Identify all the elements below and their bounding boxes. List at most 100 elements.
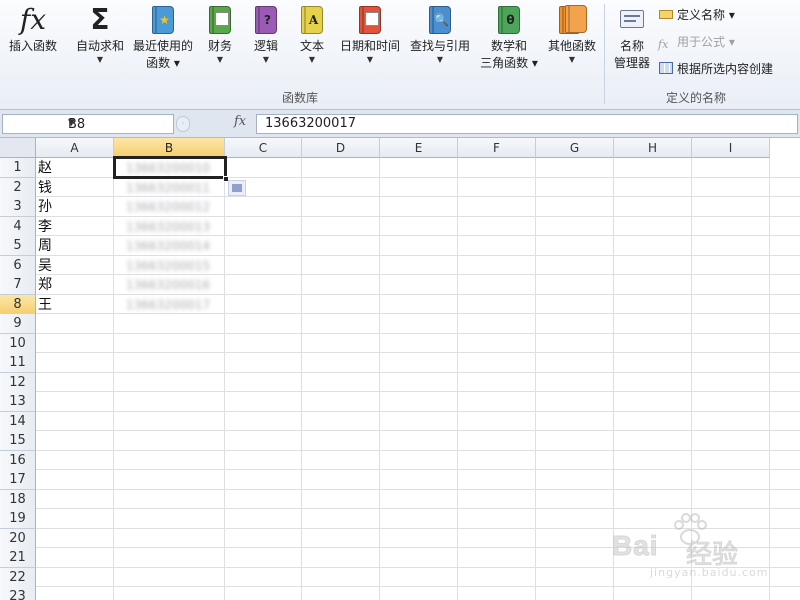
lookup-button[interactable]: 🔍 查找与引用 ▼: [406, 4, 474, 65]
cell-b8[interactable]: 13663200017: [126, 295, 210, 315]
define-name-label: 定义名称: [677, 8, 726, 22]
autosum-button[interactable]: Σ 自动求和 ▼: [72, 4, 128, 65]
logical-label: 逻辑: [253, 39, 278, 53]
row-header-11[interactable]: 11: [0, 353, 36, 373]
grid-hline: [36, 488, 800, 490]
cell-b5[interactable]: 13663200014: [126, 236, 210, 256]
cell-a6[interactable]: 吴: [38, 256, 52, 276]
row-header-13[interactable]: 13: [0, 392, 36, 412]
fx-icon: fx: [19, 3, 47, 36]
datetime-button[interactable]: 日期和时间 ▼: [336, 4, 404, 65]
dropdown-arrow-icon: ▼: [308, 55, 316, 64]
use-in-formula-button[interactable]: fx 用于公式 ▾: [658, 33, 735, 51]
logical-book-icon: ?: [250, 4, 282, 36]
row-header-10[interactable]: 10: [0, 333, 36, 354]
insert-function-button[interactable]: fx 插入函数: [4, 4, 62, 55]
cell-a5[interactable]: 周: [38, 236, 52, 256]
group-separator: [604, 4, 605, 104]
row-header-21[interactable]: 21: [0, 548, 36, 568]
financial-button[interactable]: 财务 ▼: [202, 4, 238, 65]
row-header-9[interactable]: 9: [0, 314, 36, 334]
cell-b2[interactable]: 13663200011: [126, 178, 210, 198]
row-header-23[interactable]: 23: [0, 587, 36, 600]
row-header-22[interactable]: 22: [0, 567, 36, 588]
other-functions-label: 其他函数: [547, 39, 596, 53]
column-header-h[interactable]: H: [614, 138, 692, 158]
define-name-button[interactable]: 定义名称 ▾: [658, 6, 735, 24]
row-header-16[interactable]: 16: [0, 450, 36, 471]
grid-vline: [535, 158, 536, 600]
dropdown-arrow-icon: ▼: [366, 55, 374, 64]
name-manager-icon: [616, 4, 648, 36]
column-header-e[interactable]: E: [380, 138, 458, 158]
grid-vline: [224, 158, 225, 600]
dropdown-arrow-icon: ▼: [436, 55, 444, 64]
math-label-line2: 三角函数 ▾: [480, 56, 538, 70]
cell-b3[interactable]: 13663200012: [126, 197, 210, 217]
column-header-i[interactable]: I: [692, 138, 770, 158]
grid-vline: [301, 158, 302, 600]
row-header-14[interactable]: 14: [0, 411, 36, 432]
cell-a4[interactable]: 李: [38, 217, 52, 237]
other-functions-button[interactable]: 其他函数 ▼: [544, 4, 600, 65]
column-header-g[interactable]: G: [536, 138, 614, 158]
logical-button[interactable]: ? 逻辑 ▼: [248, 4, 284, 65]
column-header-a[interactable]: A: [36, 138, 114, 158]
text-button[interactable]: A 文本 ▼: [294, 4, 330, 65]
row-header-15[interactable]: 15: [0, 431, 36, 451]
math-trig-button[interactable]: θ 数学和 三角函数 ▾: [476, 4, 542, 72]
star-book-icon: ★: [147, 4, 179, 36]
sigma-icon: Σ: [90, 3, 110, 36]
row-header-12[interactable]: 12: [0, 372, 36, 393]
row-header-20[interactable]: 20: [0, 528, 36, 549]
create-from-selection-button[interactable]: 根据所选内容创建: [658, 60, 773, 78]
formula-bar-grip[interactable]: ·: [176, 116, 190, 132]
recent-label-line2: 函数 ▾: [146, 56, 180, 70]
select-all-corner[interactable]: [0, 138, 36, 158]
cell-a7[interactable]: 郑: [38, 275, 52, 295]
column-header-f[interactable]: F: [458, 138, 536, 158]
cell-b7[interactable]: 13663200016: [126, 275, 210, 295]
cell-b6[interactable]: 13663200015: [126, 256, 210, 276]
calendar-book-icon: [354, 4, 386, 36]
row-header-17[interactable]: 17: [0, 470, 36, 490]
cell-b4[interactable]: 13663200013: [126, 217, 210, 237]
create-from-selection-label: 根据所选内容创建: [677, 62, 774, 76]
grid-hline: [36, 410, 800, 412]
grid-hline: [36, 332, 800, 334]
row-header-6[interactable]: 6: [0, 255, 36, 276]
dropdown-arrow-icon: ▼: [96, 55, 104, 64]
name-manager-button[interactable]: 名称 管理器: [608, 4, 656, 72]
insert-function-fx-button[interactable]: fx: [234, 114, 246, 129]
row-header-5[interactable]: 5: [0, 236, 36, 256]
dropdown-arrow-icon: ▼: [568, 55, 576, 64]
recent-functions-button[interactable]: ★ 最近使用的 函数 ▾: [130, 4, 196, 72]
grid-hline: [36, 449, 800, 451]
grid-select-icon: [658, 61, 674, 75]
cell-a2[interactable]: 钱: [38, 178, 52, 198]
autofill-options-icon[interactable]: [228, 180, 246, 196]
math-label-line1: 数学和: [490, 39, 527, 53]
cell-a8[interactable]: 王: [38, 295, 52, 315]
cell-a3[interactable]: 孙: [38, 197, 52, 217]
row-header-2[interactable]: 2: [0, 177, 36, 198]
cell-a1[interactable]: 赵: [38, 158, 52, 178]
row-header-7[interactable]: 7: [0, 275, 36, 295]
row-header-18[interactable]: 18: [0, 489, 36, 510]
column-header-b[interactable]: B: [114, 138, 225, 158]
grid-hline: [36, 430, 800, 431]
grid-vline: [457, 158, 458, 600]
chevron-down-icon[interactable]: ▼: [68, 118, 169, 128]
row-header-19[interactable]: 19: [0, 509, 36, 529]
text-book-icon: A: [296, 4, 328, 36]
use-in-formula-label: 用于公式: [677, 35, 726, 49]
row-header-1[interactable]: 1: [0, 158, 36, 178]
row-header-8[interactable]: 8: [0, 294, 36, 315]
column-header-c[interactable]: C: [225, 138, 302, 158]
row-header-3[interactable]: 3: [0, 197, 36, 217]
formula-input[interactable]: 13663200017: [256, 114, 798, 134]
column-header-d[interactable]: D: [302, 138, 380, 158]
group-label-function-library: 函数库: [282, 91, 319, 105]
row-header-4[interactable]: 4: [0, 216, 36, 237]
name-box[interactable]: B8 ▼: [2, 114, 174, 134]
